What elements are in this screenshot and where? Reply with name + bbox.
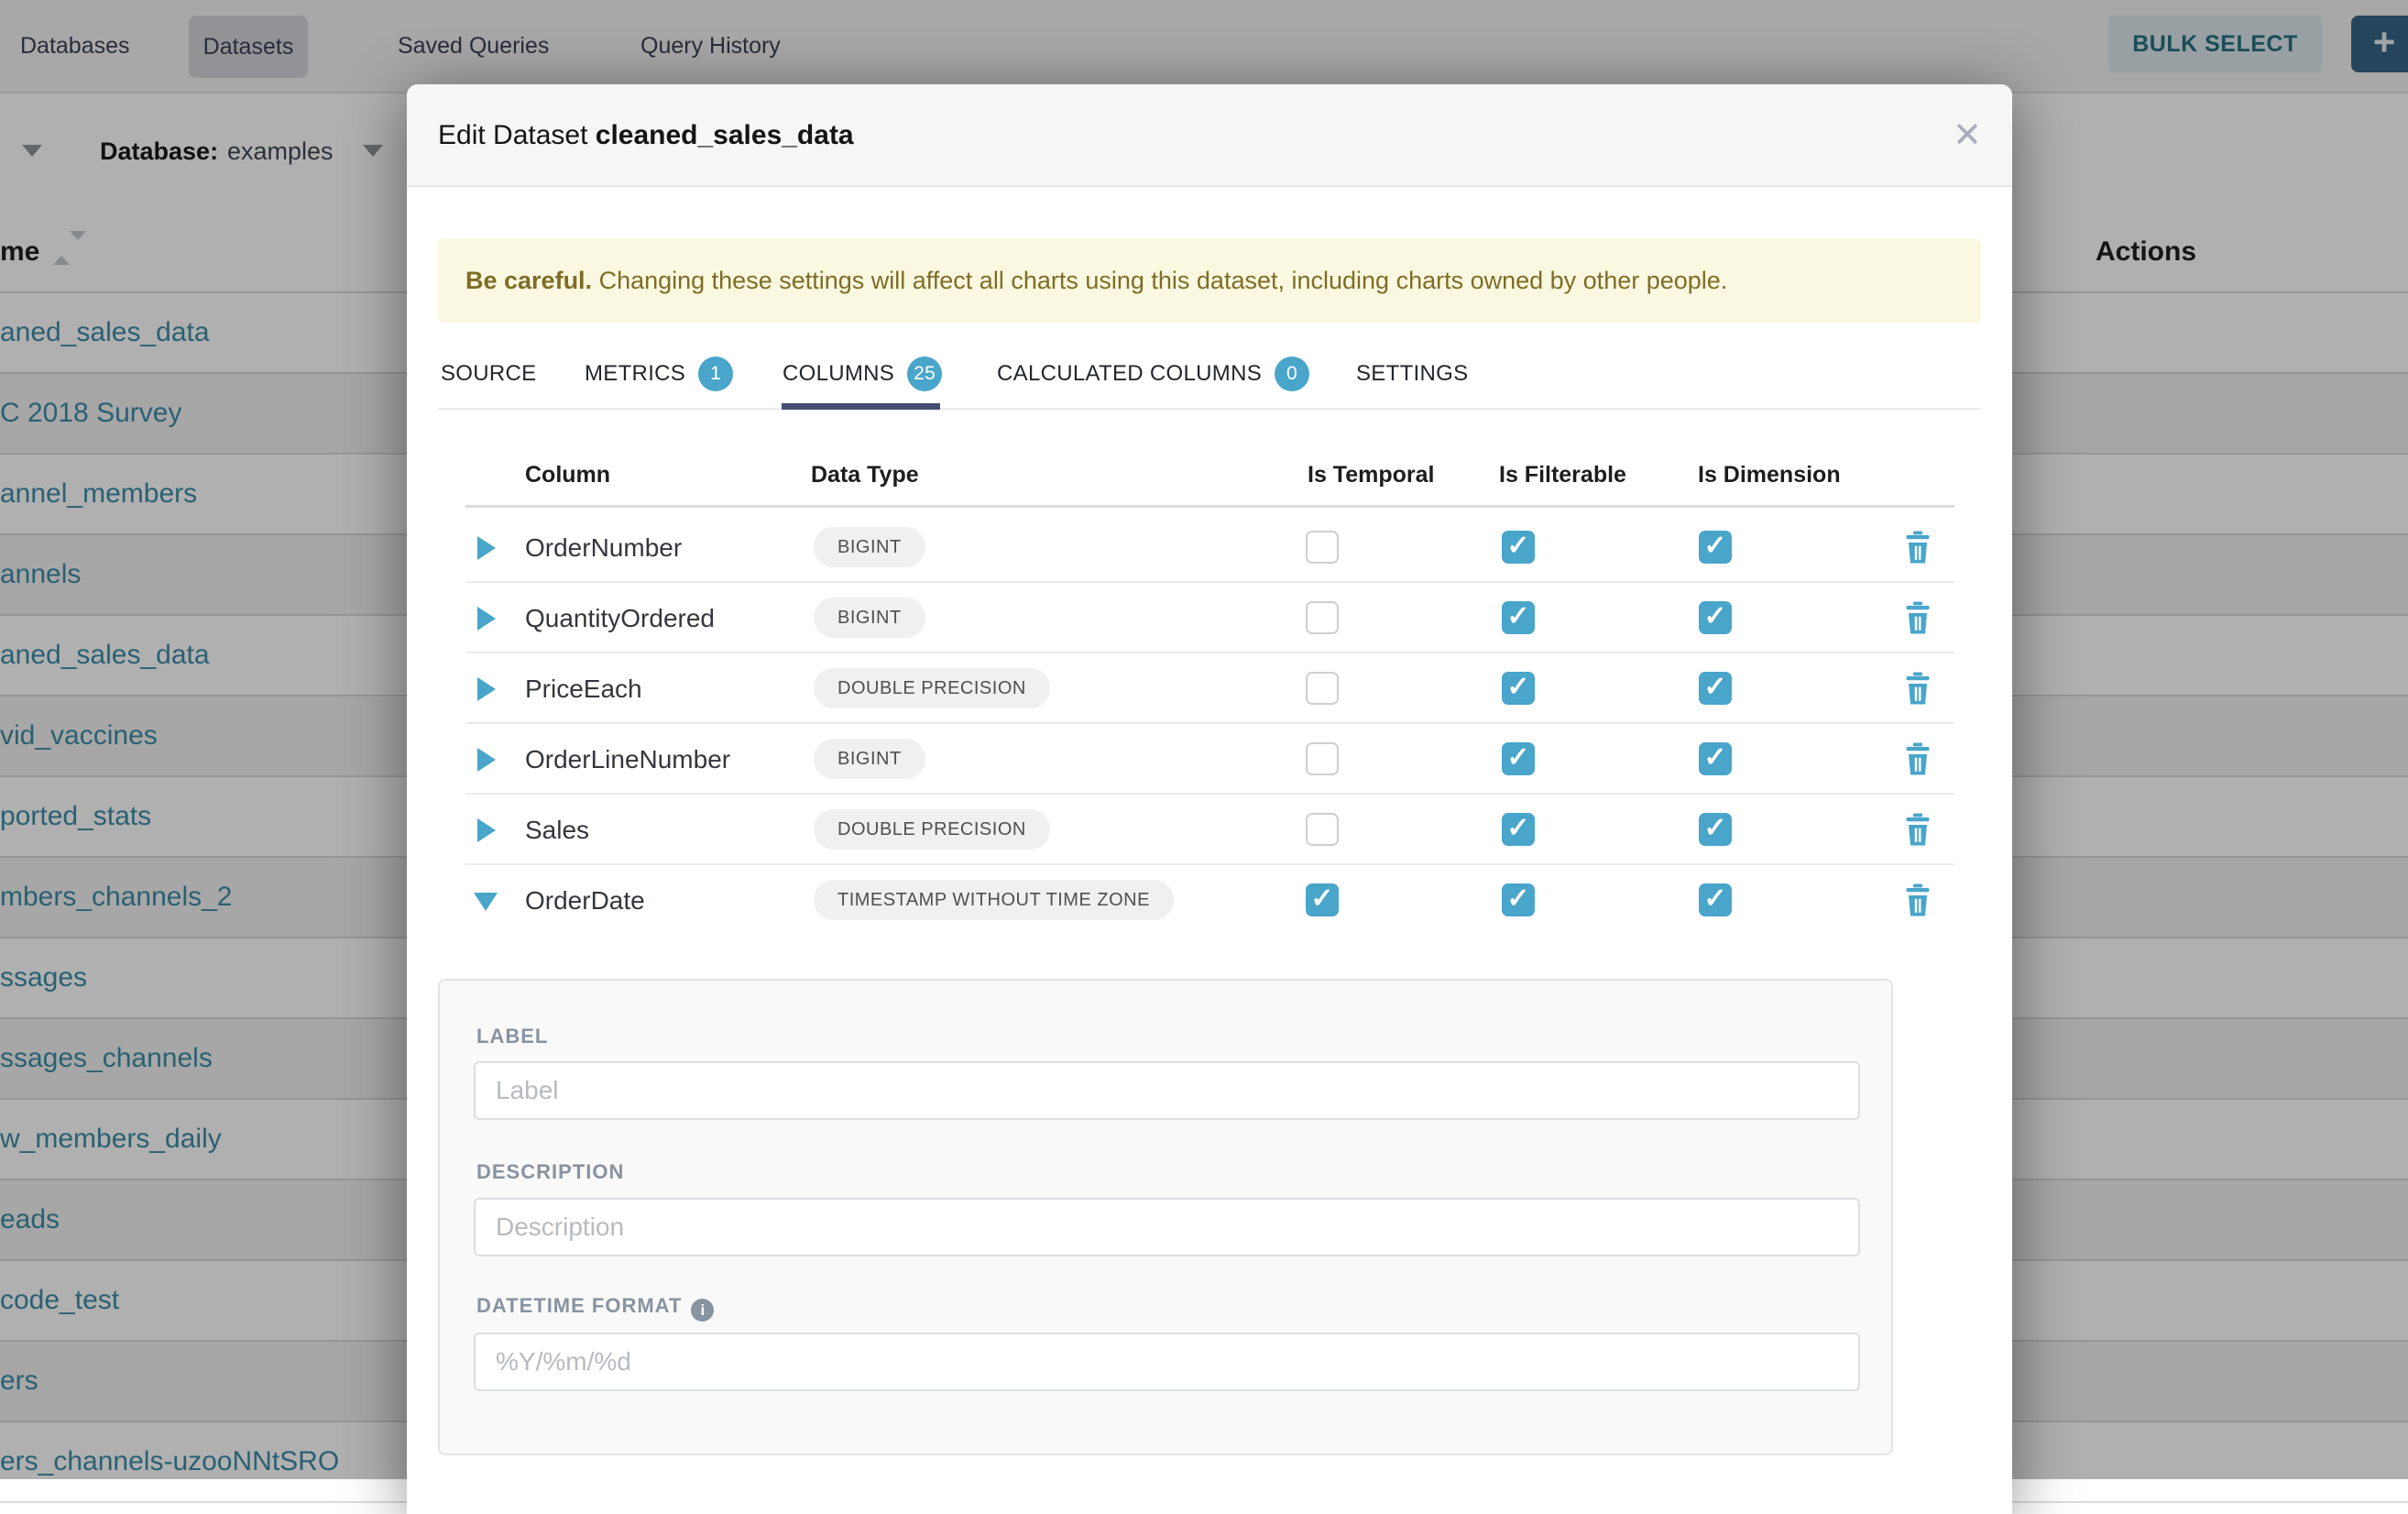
- active-tab-underline: [782, 403, 940, 410]
- expand-caret-icon[interactable]: [477, 536, 496, 560]
- column-header: Column: [525, 462, 610, 488]
- expand-caret-icon[interactable]: [477, 818, 496, 842]
- tab-label: SOURCE: [441, 361, 536, 387]
- delete-column-icon[interactable]: [1904, 531, 1932, 564]
- label-field-label: LABEL: [476, 1025, 548, 1048]
- column-row-expanded: OrderDate TIMESTAMP WITHOUT TIME ZONE ✓ …: [465, 865, 1954, 936]
- column-name: PriceEach: [525, 653, 642, 724]
- close-icon[interactable]: ✕: [1935, 84, 1999, 187]
- is-filterable-checkbox[interactable]: ✓: [1502, 742, 1535, 775]
- columns-count-badge: 25: [907, 357, 942, 391]
- tab-label: METRICS: [585, 361, 685, 387]
- column-row: Sales DOUBLE PRECISION ✓ ✓: [465, 795, 1954, 865]
- description-input[interactable]: [474, 1198, 1860, 1256]
- modal-title-prefix: Edit Dataset: [438, 120, 596, 150]
- tab-label: CALCULATED COLUMNS: [997, 361, 1262, 387]
- data-type-pill: TIMESTAMP WITHOUT TIME ZONE: [814, 880, 1174, 920]
- column-detail-panel: LABEL DESCRIPTION DATETIME FORMAT i: [438, 979, 1893, 1455]
- is-temporal-header: Is Temporal: [1308, 462, 1434, 488]
- is-temporal-checkbox[interactable]: [1306, 601, 1339, 634]
- edit-dataset-modal: Edit Dataset cleaned_sales_data ✕ Be car…: [407, 84, 2012, 1514]
- info-icon[interactable]: i: [691, 1299, 714, 1322]
- is-filterable-checkbox[interactable]: ✓: [1502, 601, 1535, 634]
- data-type-pill: BIGINT: [814, 598, 925, 638]
- tab-label: COLUMNS: [783, 361, 894, 387]
- datetime-format-label-text: DATETIME FORMAT: [476, 1294, 682, 1317]
- is-dimension-checkbox[interactable]: ✓: [1699, 672, 1732, 705]
- is-dimension-header: Is Dimension: [1698, 462, 1841, 488]
- tab-metrics[interactable]: METRICS 1: [585, 354, 733, 394]
- delete-column-icon[interactable]: [1904, 601, 1932, 634]
- expand-caret-icon[interactable]: [477, 607, 496, 631]
- tabs-divider: [438, 408, 1981, 410]
- tab-columns[interactable]: COLUMNS 25: [783, 354, 942, 394]
- table-header-divider: [465, 505, 1954, 508]
- data-type-pill: DOUBLE PRECISION: [814, 668, 1050, 708]
- column-row: PriceEach DOUBLE PRECISION ✓ ✓: [465, 653, 1954, 724]
- warning-alert-body: Changing these settings will affect all …: [592, 267, 1727, 294]
- modal-title: Edit Dataset cleaned_sales_data: [438, 84, 854, 187]
- is-temporal-checkbox[interactable]: [1306, 531, 1339, 564]
- modal-header: Edit Dataset cleaned_sales_data ✕: [407, 84, 2012, 187]
- warning-alert-text: Be careful. Changing these settings will…: [465, 238, 1727, 323]
- is-filterable-checkbox[interactable]: ✓: [1502, 883, 1535, 916]
- is-dimension-checkbox[interactable]: ✓: [1699, 601, 1732, 634]
- warning-alert-bold: Be careful.: [465, 267, 592, 294]
- tab-source[interactable]: SOURCE: [441, 354, 536, 394]
- is-filterable-checkbox[interactable]: ✓: [1502, 672, 1535, 705]
- delete-column-icon[interactable]: [1904, 883, 1932, 916]
- datetime-format-field-label: DATETIME FORMAT i: [476, 1294, 714, 1322]
- data-type-pill: BIGINT: [814, 739, 925, 779]
- column-row: QuantityOrdered BIGINT ✓ ✓: [465, 583, 1954, 653]
- is-temporal-checkbox[interactable]: [1306, 742, 1339, 775]
- datetime-format-input[interactable]: [474, 1333, 1860, 1391]
- expand-caret-icon[interactable]: [477, 748, 496, 772]
- description-field-label: DESCRIPTION: [476, 1160, 624, 1184]
- data-type-pill: DOUBLE PRECISION: [814, 809, 1050, 850]
- warning-alert: Be careful. Changing these settings will…: [438, 238, 1981, 323]
- is-temporal-checkbox[interactable]: [1306, 813, 1339, 846]
- is-temporal-checkbox[interactable]: [1306, 672, 1339, 705]
- tab-settings[interactable]: SETTINGS: [1356, 354, 1468, 394]
- is-temporal-checkbox[interactable]: ✓: [1306, 883, 1339, 916]
- column-name: QuantityOrdered: [525, 583, 715, 653]
- label-input[interactable]: [474, 1061, 1860, 1120]
- collapse-caret-icon[interactable]: [474, 893, 498, 911]
- data-type-pill: BIGINT: [814, 527, 925, 567]
- delete-column-icon[interactable]: [1904, 813, 1932, 846]
- delete-column-icon[interactable]: [1904, 672, 1932, 705]
- column-name: Sales: [525, 795, 589, 865]
- is-dimension-checkbox[interactable]: ✓: [1699, 531, 1732, 564]
- expand-caret-icon[interactable]: [477, 677, 496, 701]
- calculated-columns-count-badge: 0: [1275, 357, 1309, 391]
- is-filterable-header: Is Filterable: [1499, 462, 1626, 488]
- delete-column-icon[interactable]: [1904, 742, 1932, 775]
- modal-title-dataset-name: cleaned_sales_data: [596, 120, 854, 150]
- tab-label: SETTINGS: [1356, 361, 1468, 387]
- is-dimension-checkbox[interactable]: ✓: [1699, 742, 1732, 775]
- column-name: OrderLineNumber: [525, 724, 730, 795]
- metrics-count-badge: 1: [698, 357, 733, 391]
- column-name: OrderNumber: [525, 512, 682, 583]
- column-row: OrderLineNumber BIGINT ✓ ✓: [465, 724, 1954, 795]
- is-dimension-checkbox[interactable]: ✓: [1699, 883, 1732, 916]
- data-type-header: Data Type: [811, 462, 919, 488]
- is-filterable-checkbox[interactable]: ✓: [1502, 813, 1535, 846]
- is-filterable-checkbox[interactable]: ✓: [1502, 531, 1535, 564]
- is-dimension-checkbox[interactable]: ✓: [1699, 813, 1732, 846]
- column-row: OrderNumber BIGINT ✓ ✓: [465, 512, 1954, 583]
- tab-calculated-columns[interactable]: CALCULATED COLUMNS 0: [997, 354, 1309, 394]
- column-name: OrderDate: [525, 865, 645, 936]
